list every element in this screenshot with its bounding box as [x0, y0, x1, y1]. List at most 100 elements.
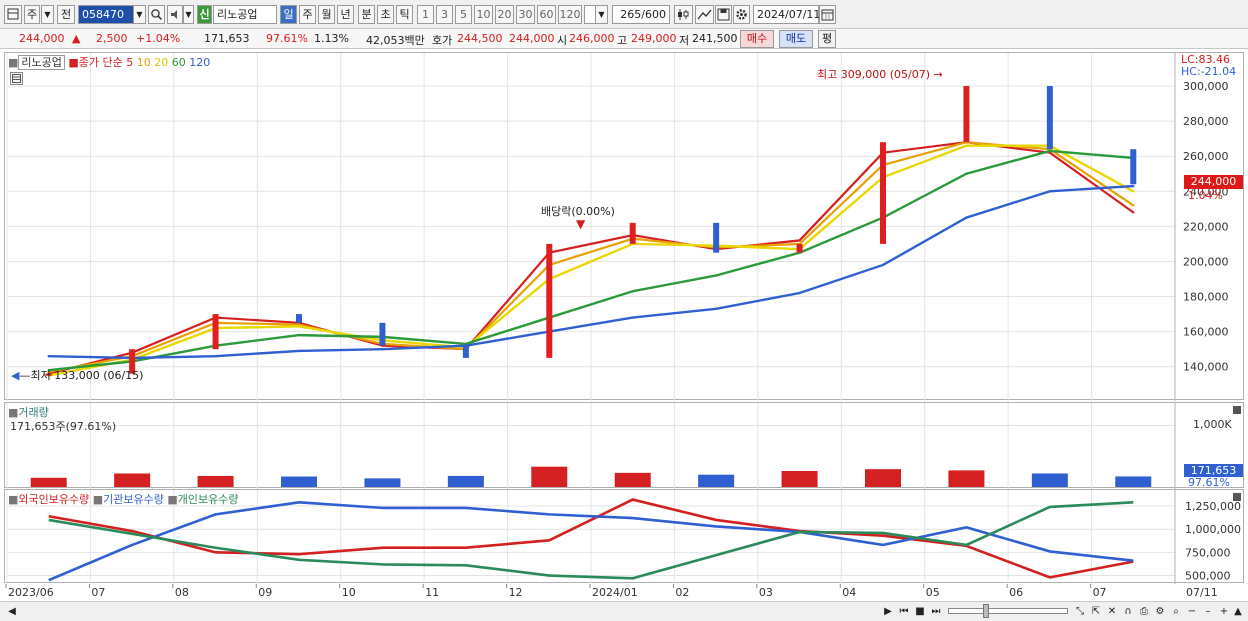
close-candle — [212, 314, 219, 350]
dividend-marker-icon: ▼ — [576, 217, 586, 231]
volume-panel: ■거래량 171,653주(97.61%) 1,000K 171,653 97.… — [4, 402, 1245, 489]
volume-bar — [531, 466, 568, 487]
holdings-close-icon[interactable] — [1233, 493, 1241, 501]
volume-chart[interactable] — [5, 403, 1245, 489]
scroll-left-icon[interactable]: ◀ — [4, 604, 20, 619]
tab-year[interactable]: 년 — [337, 5, 354, 24]
scroll-right-icon[interactable]: ▶ — [880, 604, 896, 619]
volume-bar — [614, 472, 651, 487]
high-price: 249,000 — [631, 32, 677, 45]
buy-button[interactable]: 매수 — [740, 30, 774, 48]
grid-toggle-icon[interactable] — [10, 72, 23, 85]
cursor-icon[interactable]: ⇱ — [1088, 604, 1104, 619]
dash-icon[interactable]: – — [1200, 604, 1216, 619]
ma-10-point — [1132, 204, 1135, 207]
stock-name-field[interactable]: 리노공업 — [213, 5, 277, 24]
tab-day[interactable]: 일 — [280, 5, 297, 24]
step-5[interactable]: 5 — [455, 5, 472, 24]
ma-120-point — [714, 307, 718, 311]
step-120[interactable]: 120 — [558, 5, 582, 24]
open-label: 시 — [557, 34, 568, 47]
tab-tick[interactable]: 틱 — [396, 5, 413, 24]
close-candle — [880, 142, 886, 244]
close-candle — [1046, 86, 1053, 150]
min-price-note: ◀—최저 133,000 (06/15) — [11, 369, 144, 382]
legend-ma-10: 10 — [136, 56, 151, 69]
step-1[interactable]: 1 — [417, 5, 434, 24]
price-chart[interactable]: 300,000280,000260,000240,000220,000200,0… — [5, 53, 1245, 401]
speaker-icon[interactable] — [167, 5, 183, 24]
y-tick-label: 1,000,000 — [1185, 523, 1241, 536]
expand-icon[interactable]: ▲ — [1230, 604, 1246, 619]
blank-select-dropdown-icon[interactable]: ▼ — [595, 5, 608, 24]
ma-60-point — [297, 333, 301, 337]
close-candle — [629, 222, 636, 244]
tab-minute[interactable]: 분 — [358, 5, 375, 24]
legend-ma-5: 5 — [126, 56, 134, 69]
count-field[interactable]: 265/600 — [612, 5, 670, 24]
volume-bar — [364, 478, 401, 487]
save-icon[interactable] — [715, 5, 732, 24]
hc-value: HC:-21.04 — [1181, 65, 1237, 78]
tab-week[interactable]: 주 — [299, 5, 316, 24]
stop-icon[interactable]: ■ — [912, 604, 928, 619]
count-max: /600 — [641, 8, 666, 21]
zoom-slider-handle[interactable] — [983, 604, 989, 618]
info-badge[interactable]: 신 — [197, 5, 212, 24]
cross-icon[interactable]: ✕ — [1104, 604, 1120, 619]
volume-tick: 1,000K — [1193, 418, 1232, 431]
open-price: 246,000 — [569, 32, 615, 45]
minus-icon[interactable]: − — [1184, 604, 1200, 619]
up-arrow-icon: ▲ — [72, 32, 81, 45]
stock-code-input[interactable]: 058470 — [78, 5, 134, 24]
print-icon[interactable]: ⎙ — [1136, 604, 1152, 619]
last-price-tag: 244,000 — [1184, 175, 1243, 189]
high-label: 고 — [617, 34, 628, 47]
max-price-text: 최고 309,000 (05/07) — [817, 68, 931, 81]
sell-button[interactable]: 매도 — [779, 30, 813, 48]
volume-close-icon[interactable] — [1233, 406, 1241, 414]
volume-last-pct: 97.61% — [1188, 476, 1230, 489]
zoom-out-icon[interactable]: ⤡ — [1072, 604, 1088, 619]
tab-month[interactable]: 월 — [318, 5, 335, 24]
layout-icon[interactable] — [4, 5, 22, 24]
settings-small-icon[interactable]: ⚙ — [1152, 604, 1168, 619]
candle-type-icon[interactable] — [674, 5, 693, 24]
magnet-icon[interactable]: ∩ — [1120, 604, 1136, 619]
step-60[interactable]: 60 — [537, 5, 556, 24]
date-input[interactable]: 2024/07/11 — [753, 5, 820, 24]
calendar-icon[interactable] — [819, 5, 836, 24]
code-dropdown-icon[interactable]: ▼ — [133, 5, 146, 24]
tab-second[interactable]: 초 — [377, 5, 394, 24]
y-tick-label: 220,000 — [1183, 220, 1229, 233]
price-change: 2,500 — [96, 32, 128, 45]
volume-ratio: 97.61% — [266, 32, 308, 45]
search-small-icon[interactable]: ⌕ — [1168, 604, 1184, 619]
skip-back-icon[interactable]: ⏮ — [896, 604, 912, 619]
skip-forward-icon[interactable]: ⏭ — [928, 604, 944, 619]
step-20[interactable]: 20 — [495, 5, 514, 24]
search-icon[interactable] — [148, 5, 165, 24]
market-type-dropdown-icon[interactable]: ▼ — [41, 5, 54, 24]
ma-5-point — [798, 239, 801, 242]
last-change-pct: 1.04% — [1188, 189, 1223, 202]
step-30[interactable]: 30 — [516, 5, 535, 24]
prev-button[interactable]: 전 — [57, 5, 75, 24]
close-candle — [379, 322, 386, 346]
legend-ma-60: 60 — [171, 56, 186, 69]
zoom-slider[interactable] — [948, 604, 1068, 618]
gear-icon[interactable] — [733, 5, 750, 24]
step-10[interactable]: 10 — [474, 5, 493, 24]
chart-scrollbar[interactable]: ◀ ▶ ⏮ ■ ⏭ ⤡ ⇱ ✕ ∩ ⎙ ⚙ ⌕ − – + ▲ — [0, 601, 1248, 621]
close-candle — [963, 86, 970, 143]
evaluate-button[interactable]: 평 — [818, 30, 836, 48]
x-tick-label: 10 — [342, 586, 356, 599]
ma-20-point — [1132, 190, 1135, 193]
market-type-button[interactable]: 주 — [24, 5, 40, 24]
draw-line-icon[interactable] — [695, 5, 714, 24]
speaker-dropdown-icon[interactable]: ▼ — [183, 5, 194, 24]
step-3[interactable]: 3 — [436, 5, 453, 24]
y-tick-label: 200,000 — [1183, 255, 1229, 268]
ma-20-point — [297, 325, 301, 328]
close-candle — [296, 314, 302, 323]
